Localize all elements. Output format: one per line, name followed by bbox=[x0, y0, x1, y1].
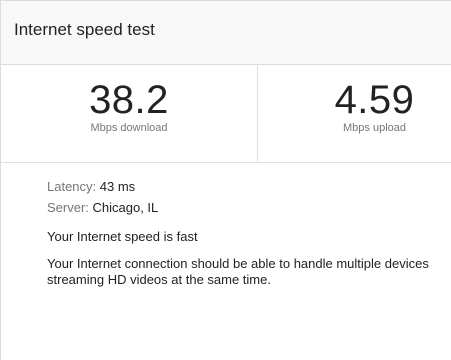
download-speed-label: Mbps download bbox=[90, 122, 168, 134]
card-header: Internet speed test bbox=[1, 1, 451, 65]
server-label: Server: bbox=[47, 200, 93, 215]
latency-value: 43 ms bbox=[99, 179, 136, 194]
download-result: 38.2 Mbps download bbox=[1, 65, 258, 162]
download-speed-value: 38.2 bbox=[89, 78, 169, 122]
server-line: Server: Chicago, IL bbox=[47, 197, 431, 218]
server-value: Chicago, IL bbox=[92, 200, 159, 215]
speed-summary-description: Your Internet connection should be able … bbox=[47, 256, 429, 287]
upload-result: 4.59 Mbps upload bbox=[258, 65, 451, 162]
latency-line: Latency: 43 ms bbox=[47, 176, 431, 197]
upload-speed-value: 4.59 bbox=[334, 78, 415, 122]
test-details: Latency: 43 ms Server: Chicago, IL Your … bbox=[1, 163, 451, 288]
latency-label: Latency: bbox=[47, 179, 100, 194]
upload-speed-label: Mbps upload bbox=[343, 122, 406, 134]
speed-test-card: Internet speed test 38.2 Mbps download 4… bbox=[0, 0, 451, 360]
speed-results: 38.2 Mbps download 4.59 Mbps upload bbox=[1, 65, 451, 163]
speed-summary-headline: Your Internet speed is fast bbox=[47, 229, 198, 244]
card-title: Internet speed test bbox=[14, 20, 155, 39]
